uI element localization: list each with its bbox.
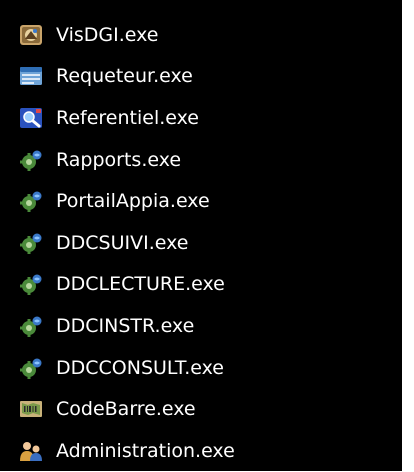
- gear-globe-icon: [19, 314, 43, 338]
- file-name: DDCLECTURE.exe: [56, 273, 225, 296]
- gear-globe-icon: [19, 189, 43, 213]
- file-name: Administration.exe: [56, 439, 235, 462]
- file-item-portailappia[interactable]: PortailAppia.exe: [0, 180, 235, 222]
- file-item-ddclecture[interactable]: DDCLECTURE.exe: [0, 264, 235, 306]
- file-name: DDCSUIVI.exe: [56, 231, 189, 254]
- admin-users-icon: [19, 439, 43, 463]
- file-name: CodeBarre.exe: [56, 398, 196, 421]
- file-item-ddcconsult[interactable]: DDCCONSULT.exe: [0, 347, 235, 389]
- file-item-rapports[interactable]: Rapports.exe: [0, 139, 235, 181]
- file-item-codebarre[interactable]: CodeBarre.exe: [0, 388, 235, 430]
- file-item-requeteur[interactable]: Requeteur.exe: [0, 56, 235, 98]
- barcode-map-icon: [19, 397, 43, 421]
- file-item-ddcinstr[interactable]: DDCINSTR.exe: [0, 305, 235, 347]
- gear-globe-icon: [19, 356, 43, 380]
- referentiel-search-icon: [19, 106, 43, 130]
- file-item-ddcsuivi[interactable]: DDCSUIVI.exe: [0, 222, 235, 264]
- file-name: DDCINSTR.exe: [56, 314, 195, 337]
- file-name: Rapports.exe: [56, 148, 182, 171]
- file-name: Referentiel.exe: [56, 106, 199, 129]
- file-list-panel: VisDGI.exe Requeteur.exe Referentiel.exe…: [0, 0, 402, 471]
- visdgi-app-icon: [19, 23, 43, 47]
- requeteur-window-icon: [19, 64, 43, 88]
- file-item-visdgi[interactable]: VisDGI.exe: [0, 14, 235, 56]
- file-name: Requeteur.exe: [56, 65, 193, 88]
- file-name: DDCCONSULT.exe: [56, 356, 224, 379]
- file-name: VisDGI.exe: [56, 23, 159, 46]
- file-item-referentiel[interactable]: Referentiel.exe: [0, 97, 235, 139]
- gear-globe-icon: [19, 148, 43, 172]
- gear-globe-icon: [19, 272, 43, 296]
- file-item-administration[interactable]: Administration.exe: [0, 430, 235, 472]
- file-list: VisDGI.exe Requeteur.exe Referentiel.exe…: [0, 14, 235, 472]
- gear-globe-icon: [19, 231, 43, 255]
- file-name: PortailAppia.exe: [56, 190, 210, 213]
